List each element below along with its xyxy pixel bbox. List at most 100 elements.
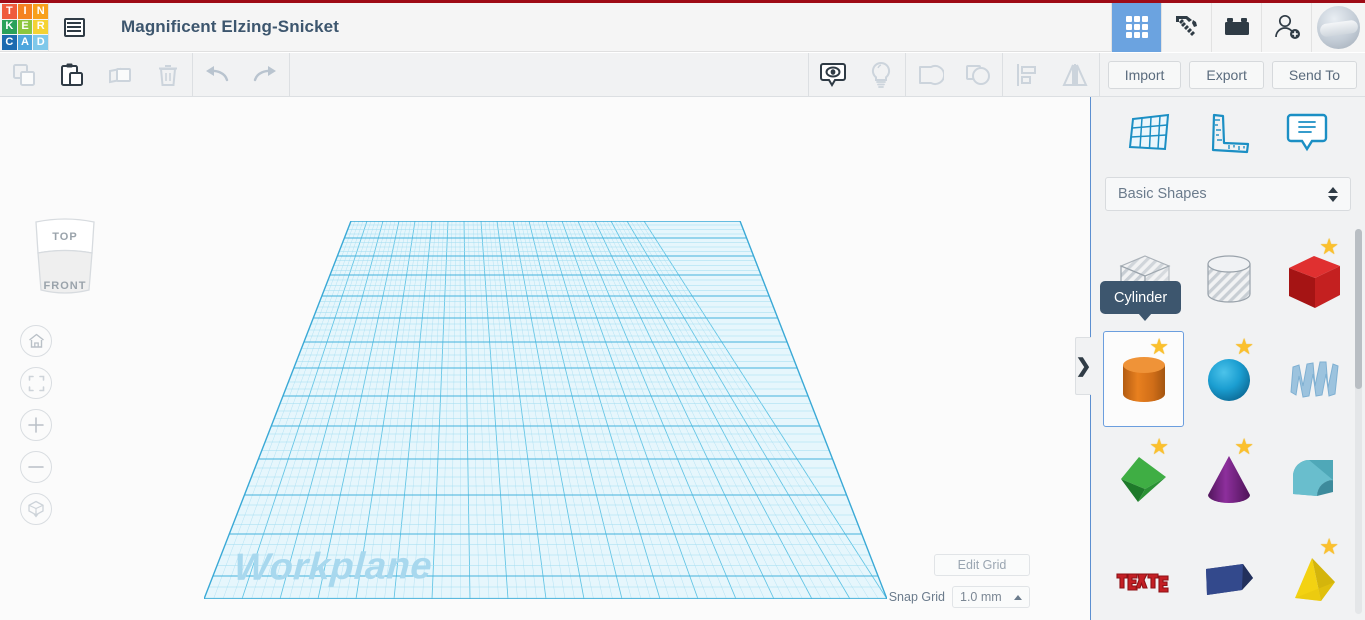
workplane-icon	[1128, 113, 1169, 151]
group-button[interactable]	[906, 53, 954, 97]
scribble-icon	[1289, 361, 1339, 398]
snap-grid-select[interactable]: 1.0 mm	[952, 586, 1030, 608]
view-tools-group	[809, 53, 905, 97]
copy-button[interactable]	[0, 53, 48, 97]
note-tool-button[interactable]	[1279, 105, 1335, 161]
export-button[interactable]: Export	[1189, 60, 1264, 89]
workplane[interactable]: Workplane	[204, 221, 887, 599]
star-icon: ★	[1319, 534, 1339, 559]
logo-tile-t: T	[2, 4, 17, 19]
logo-tile-c: C	[2, 35, 17, 50]
list-menu-icon	[63, 17, 85, 37]
blocks-button[interactable]	[1211, 2, 1261, 52]
logo-tile-a: A	[17, 35, 33, 50]
delete-button[interactable]	[144, 53, 192, 97]
tinkercad-app: T I N K E R C A D Magnificent Elzing-Sni…	[0, 0, 1365, 620]
paste-button[interactable]	[48, 53, 96, 97]
redo-icon	[253, 65, 276, 81]
history-tools-group	[193, 53, 289, 97]
duplicate-button[interactable]	[96, 53, 144, 97]
ortho-perspective-button[interactable]	[20, 493, 52, 525]
align-button[interactable]	[1003, 53, 1051, 97]
shape-item-scribble[interactable]	[1273, 331, 1354, 427]
shape-item-cylinder-hole[interactable]	[1188, 231, 1269, 327]
logo-tile-i: I	[17, 4, 33, 19]
file-actions-group: Import Export Send To	[1100, 53, 1365, 97]
shape-item-wedge[interactable]	[1188, 531, 1269, 620]
star-icon: ★	[1149, 334, 1169, 359]
minecraft-button[interactable]	[1161, 2, 1211, 52]
panel-scrollbar[interactable]	[1355, 229, 1362, 614]
import-button[interactable]: Import	[1107, 60, 1182, 89]
home-view-icon	[28, 333, 44, 348]
invite-button[interactable]	[1261, 2, 1311, 52]
shape-item-pyramid-green[interactable]: ★	[1103, 431, 1184, 527]
logo-tile-d: D	[33, 35, 48, 50]
note-icon	[1287, 113, 1328, 152]
shapes-panel: ❯ Basic Shapes ★ ★ ★ ★ ★ ★	[1075, 97, 1365, 620]
ungroup-button[interactable]	[954, 53, 1002, 97]
shape-item-cone[interactable]: ★	[1188, 431, 1269, 527]
snap-grid-label: Snap Grid	[888, 590, 945, 604]
light-button[interactable]	[857, 53, 905, 97]
fit-to-view-icon	[28, 375, 44, 391]
show-hide-button[interactable]	[809, 53, 857, 97]
group-icon	[918, 64, 944, 85]
page-title: Magnificent Elzing-Snicket	[121, 17, 339, 36]
fit-to-view-button[interactable]	[20, 367, 52, 399]
project-menu-button[interactable]	[49, 3, 99, 52]
send-to-button[interactable]: Send To	[1271, 60, 1357, 89]
logo-tile-e: E	[17, 19, 33, 35]
undo-button[interactable]	[193, 53, 241, 97]
undo-icon	[206, 65, 229, 81]
delete-icon	[159, 64, 177, 86]
ungroup-icon	[965, 64, 990, 85]
lego-brick-icon	[1224, 18, 1249, 35]
workplane-tool-button[interactable]	[1121, 105, 1177, 161]
pyramid-green-icon	[1120, 457, 1166, 502]
caret-up-icon	[1014, 594, 1022, 600]
cylinder-hole-icon	[1206, 255, 1251, 303]
align-tools-group	[1003, 53, 1099, 97]
view-cube-top-label: TOP	[52, 231, 78, 243]
collapse-panel-button[interactable]: ❯	[1075, 337, 1091, 395]
3d-viewport[interactable]: Workplane TOP FRONT Edit Grid Snap Grid …	[0, 97, 1090, 620]
logo-tile-n: N	[33, 4, 48, 19]
cylinder-icon	[1122, 357, 1165, 402]
mirror-button[interactable]	[1051, 53, 1099, 97]
shape-item-text[interactable]	[1103, 531, 1184, 620]
sphere-icon	[1207, 359, 1250, 401]
ortho-perspective-icon	[28, 500, 44, 518]
zoom-out-button[interactable]	[20, 451, 52, 483]
snap-grid-row: Snap Grid 1.0 mm	[889, 586, 1030, 608]
star-icon: ★	[1234, 434, 1254, 459]
shape-category-select[interactable]: Basic Shapes	[1105, 177, 1351, 211]
mirror-icon	[1062, 63, 1088, 86]
edit-grid-button[interactable]: Edit Grid	[934, 554, 1030, 576]
panel-scrollbar-thumb[interactable]	[1355, 229, 1362, 389]
header-right-icons	[1111, 2, 1365, 52]
chevron-updown-icon	[1328, 186, 1338, 202]
zoom-out-icon	[28, 466, 44, 468]
shape-item-cylinder[interactable]: ★	[1103, 331, 1184, 427]
shape-item-sphere[interactable]: ★	[1188, 331, 1269, 427]
ruler-tool-button[interactable]	[1200, 105, 1256, 161]
tinkercad-logo[interactable]: T I N K E R C A D	[2, 4, 48, 50]
redo-button[interactable]	[241, 53, 289, 97]
avatar-button[interactable]	[1311, 2, 1365, 52]
logo-tile-r: R	[33, 19, 48, 35]
shape-item-box[interactable]: ★	[1273, 231, 1354, 327]
shape-item-roof[interactable]	[1273, 431, 1354, 527]
shape-item-pyramid-yellow[interactable]: ★	[1273, 531, 1354, 620]
view-cube[interactable]: TOP FRONT	[22, 212, 108, 304]
home-view-button[interactable]	[20, 325, 52, 357]
edit-tools-group	[0, 53, 192, 97]
pickaxe-icon	[1175, 16, 1197, 36]
grid-apps-button[interactable]	[1111, 2, 1161, 52]
zoom-in-button[interactable]	[20, 409, 52, 441]
avatar	[1317, 5, 1360, 49]
shape-tooltip: Cylinder	[1100, 281, 1182, 321]
workplane-grid	[204, 221, 887, 599]
star-icon: ★	[1319, 234, 1339, 259]
